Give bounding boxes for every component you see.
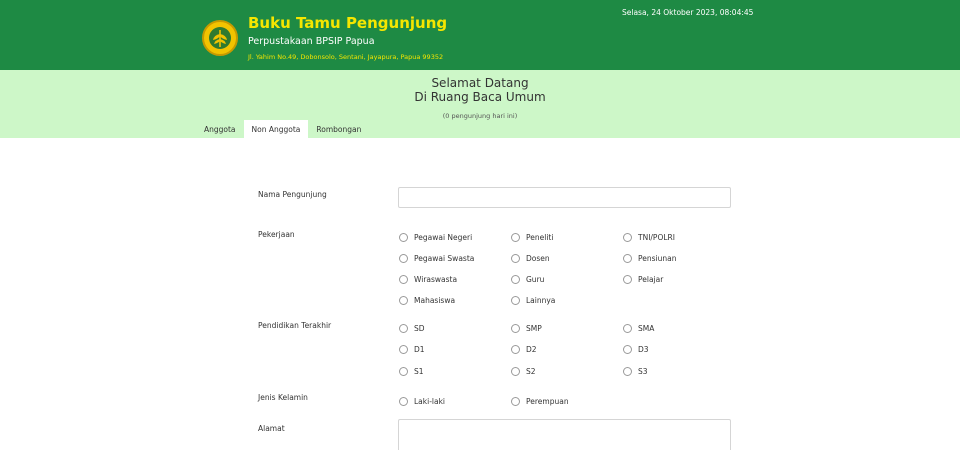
radio-circle[interactable] <box>511 275 520 284</box>
option-label: S3 <box>638 367 648 376</box>
option-label: S1 <box>414 367 424 376</box>
radio-circle[interactable] <box>623 345 632 354</box>
wheat-emblem-icon <box>202 20 238 56</box>
option-label: D2 <box>526 345 537 354</box>
visitor-count: (0 pengunjung hari ini) <box>442 112 518 120</box>
option-label: SMA <box>638 324 655 333</box>
nama-input[interactable] <box>398 187 731 208</box>
radio-d2[interactable]: D2 <box>511 345 537 354</box>
radio-circle[interactable] <box>511 397 520 406</box>
radio-pegawai-negeri[interactable]: Pegawai Negeri <box>399 233 472 242</box>
option-label: TNI/POLRI <box>638 233 675 242</box>
option-label: D1 <box>414 345 425 354</box>
radio-circle[interactable] <box>511 324 520 333</box>
site-title: Buku Tamu Pengunjung <box>248 14 448 32</box>
option-label: Perempuan <box>526 397 569 406</box>
radio-circle[interactable] <box>399 397 408 406</box>
kelamin-label: Jenis Kelamin <box>258 393 308 402</box>
radio-circle[interactable] <box>623 254 632 263</box>
header-bar: Buku Tamu Pengunjung Perpustakaan BPSIP … <box>0 0 960 70</box>
radio-wiraswasta[interactable]: Wiraswasta <box>399 275 457 284</box>
radio-circle[interactable] <box>399 345 408 354</box>
radio-d3[interactable]: D3 <box>623 345 649 354</box>
option-label: D3 <box>638 345 649 354</box>
radio-lainnya[interactable]: Lainnya <box>511 296 555 305</box>
radio-circle[interactable] <box>623 367 632 376</box>
nama-label: Nama Pengunjung <box>258 190 327 199</box>
option-label: Dosen <box>526 254 550 263</box>
option-label: Pelajar <box>638 275 664 284</box>
radio-tni-polri[interactable]: TNI/POLRI <box>623 233 675 242</box>
option-label: Laki-laki <box>414 397 446 406</box>
radio-circle[interactable] <box>511 233 520 242</box>
site-subtitle: Perpustakaan BPSIP Papua <box>248 36 375 47</box>
radio-laki-laki[interactable]: Laki-laki <box>399 397 445 406</box>
radio-circle[interactable] <box>623 233 632 242</box>
tab-non-anggota[interactable]: Non Anggota <box>243 120 309 138</box>
radio-perempuan[interactable]: Perempuan <box>511 397 569 406</box>
alamat-label: Alamat <box>258 424 285 433</box>
pendidikan-label: Pendidikan Terakhir <box>258 321 332 330</box>
radio-circle[interactable] <box>399 254 408 263</box>
visitor-type-tabs: Anggota Non Anggota Rombongan <box>196 120 369 138</box>
option-label: Pensiunan <box>638 254 677 263</box>
pekerjaan-label: Pekerjaan <box>258 230 295 239</box>
option-label: Pegawai Swasta <box>414 254 475 263</box>
option-label: S2 <box>526 367 536 376</box>
welcome-subheading: Di Ruang Baca Umum <box>414 90 546 104</box>
radio-circle[interactable] <box>511 296 520 305</box>
radio-sd[interactable]: SD <box>399 324 425 333</box>
radio-circle[interactable] <box>399 233 408 242</box>
radio-circle[interactable] <box>511 345 520 354</box>
radio-circle[interactable] <box>511 367 520 376</box>
radio-guru[interactable]: Guru <box>511 275 544 284</box>
option-label: Peneliti <box>526 233 554 242</box>
radio-circle[interactable] <box>511 254 520 263</box>
radio-circle[interactable] <box>623 324 632 333</box>
radio-circle[interactable] <box>399 324 408 333</box>
radio-circle[interactable] <box>623 275 632 284</box>
radio-dosen[interactable]: Dosen <box>511 254 550 263</box>
radio-d1[interactable]: D1 <box>399 345 425 354</box>
option-label: SMP <box>526 324 542 333</box>
option-label: SD <box>414 324 425 333</box>
radio-mahasiswa[interactable]: Mahasiswa <box>399 296 455 305</box>
radio-circle[interactable] <box>399 275 408 284</box>
option-label: Lainnya <box>526 296 556 305</box>
site-address: Jl. Yahim No.49, Dobonsolo, Sentani, Jay… <box>248 53 444 61</box>
option-label: Wiraswasta <box>414 275 458 284</box>
current-datetime: Selasa, 24 Oktober 2023, 08:04:45 <box>622 8 754 17</box>
radio-sma[interactable]: SMA <box>623 324 654 333</box>
radio-s2[interactable]: S2 <box>511 367 536 376</box>
radio-circle[interactable] <box>399 296 408 305</box>
option-label: Pegawai Negeri <box>414 233 473 242</box>
welcome-banner: Selamat Datang Di Ruang Baca Umum (0 pen… <box>0 70 960 138</box>
alamat-textarea[interactable] <box>398 419 731 450</box>
radio-circle[interactable] <box>399 367 408 376</box>
tab-rombongan[interactable]: Rombongan <box>308 120 369 138</box>
radio-peneliti[interactable]: Peneliti <box>511 233 553 242</box>
radio-pegawai-swasta[interactable]: Pegawai Swasta <box>399 254 474 263</box>
radio-pensiunan[interactable]: Pensiunan <box>623 254 676 263</box>
radio-s3[interactable]: S3 <box>623 367 648 376</box>
radio-pelajar[interactable]: Pelajar <box>623 275 663 284</box>
radio-s1[interactable]: S1 <box>399 367 424 376</box>
welcome-heading: Selamat Datang <box>431 76 529 90</box>
option-label: Mahasiswa <box>414 296 456 305</box>
radio-smp[interactable]: SMP <box>511 324 542 333</box>
option-label: Guru <box>526 275 545 284</box>
tab-anggota[interactable]: Anggota <box>196 120 244 138</box>
